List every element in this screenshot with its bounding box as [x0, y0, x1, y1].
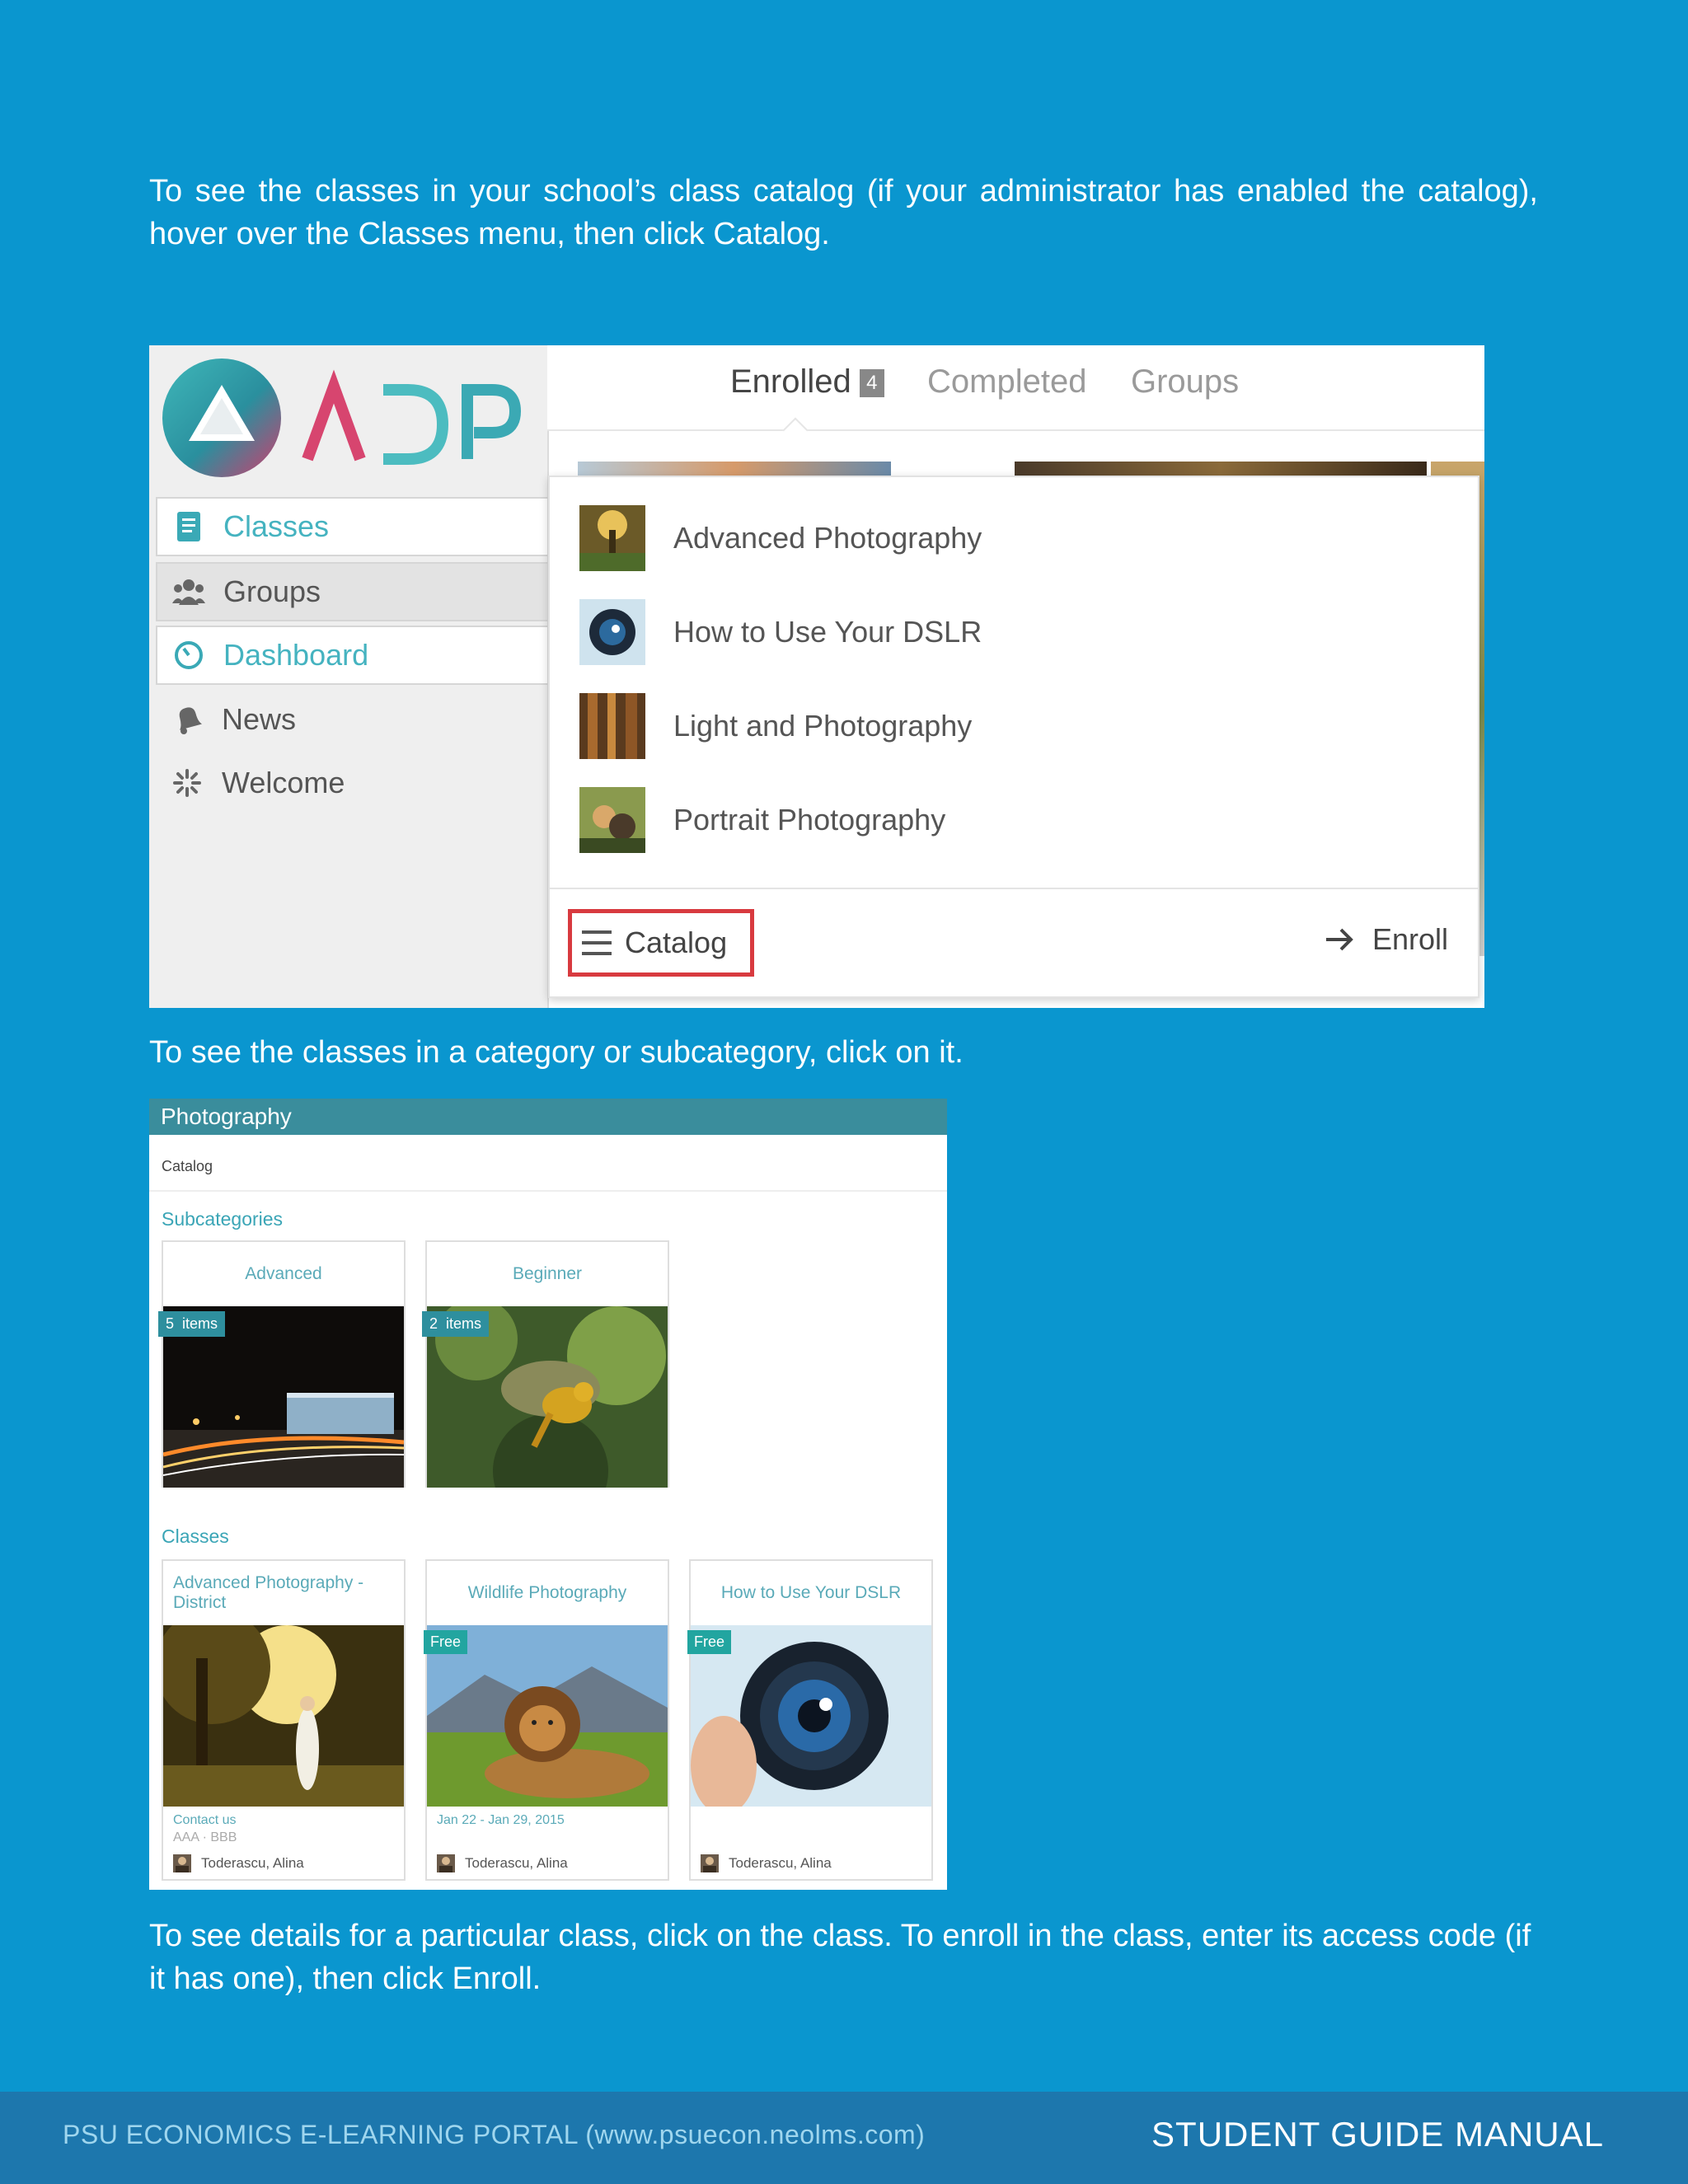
class-thumbnail	[579, 505, 645, 571]
items-count-badge: 2 items	[422, 1311, 490, 1337]
sidebar-item-news[interactable]: News	[156, 690, 547, 749]
class-owner: Toderascu, Alina	[173, 1854, 304, 1872]
subcategory-card-beginner[interactable]: Beginner 2 items	[422, 1240, 669, 1529]
catalog-category-screenshot: Photography Catalog Subcategories Advanc…	[149, 1099, 947, 1890]
class-card-advanced-photography-district[interactable]: Advanced Photography - District Contact …	[155, 1559, 406, 1881]
details-paragraph: To see details for a particular class, c…	[149, 1919, 1531, 1996]
footer-portal-name: PSU ECONOMICS E-LEARNING PORTAL (www.psu…	[63, 2120, 926, 2149]
dropdown-item-advanced-photography[interactable]: Advanced Photography	[579, 505, 982, 571]
class-thumbnail	[579, 693, 645, 759]
class-card-wildlife-photography[interactable]: Wildlife Photography Free Jan 22 - Jan 2…	[424, 1559, 669, 1881]
category-paragraph: To see the classes in a category or subc…	[149, 1035, 964, 1070]
category-header: Photography	[149, 1099, 947, 1135]
classes-menu-screenshot: Classes Groups Dashboard News Welcome En…	[149, 345, 1484, 1008]
subcategory-image: 5 items	[158, 1306, 405, 1488]
classes-book-icon	[172, 510, 205, 543]
class-image	[155, 1609, 404, 1807]
sidebar-item-label: News	[222, 702, 297, 736]
intro-paragraph: To see the classes in your school’s clas…	[149, 174, 1538, 251]
breadcrumb[interactable]: Catalog	[162, 1158, 213, 1175]
breadcrumb-divider	[149, 1190, 947, 1192]
classes-dropdown-menu: Advanced Photography How to Use Your DSL…	[548, 476, 1479, 998]
groups-icon	[172, 575, 205, 608]
classes-heading: Classes	[162, 1526, 229, 1547]
menu-lines-icon	[582, 929, 612, 957]
class-title: How to Use Your DSLR	[720, 1583, 902, 1602]
avatar	[701, 1854, 719, 1872]
subcategory-title: Advanced	[245, 1264, 322, 1283]
adp-logo	[161, 354, 532, 477]
tab-enrolled[interactable]: Enrolled 4	[730, 363, 884, 401]
sidebar-item-label: Classes	[223, 509, 330, 543]
class-meta-sub: AAA · BBB	[173, 1830, 237, 1844]
class-date-range: Jan 22 - Jan 29, 2015	[437, 1813, 565, 1827]
sidebar-item-label: Welcome	[222, 766, 345, 799]
avatar	[173, 1854, 191, 1872]
enroll-button[interactable]: Enroll	[1325, 922, 1448, 957]
class-owner: Toderascu, Alina	[701, 1854, 832, 1872]
contact-us-link[interactable]: Contact us	[173, 1811, 394, 1829]
class-meta: Contact us AAA · BBB	[163, 1807, 404, 1846]
enrolled-count-badge: 4	[859, 369, 884, 397]
free-badge: Free	[424, 1630, 468, 1654]
free-badge: Free	[687, 1630, 732, 1654]
arrow-right-icon	[1325, 926, 1354, 953]
footer-manual-title: STUDENT GUIDE MANUAL	[1151, 2115, 1604, 2154]
items-count-badge: 5 items	[158, 1311, 226, 1337]
news-bell-icon	[171, 703, 204, 736]
catalog-button[interactable]: Catalog	[568, 909, 754, 977]
page-footer: PSU ECONOMICS E-LEARNING PORTAL (www.psu…	[0, 2092, 1688, 2184]
welcome-sparkle-icon	[171, 766, 204, 799]
sidebar-item-label: Dashboard	[223, 638, 369, 672]
tab-completed[interactable]: Completed	[927, 363, 1086, 401]
dropdown-item-portrait-photography[interactable]: Portrait Photography	[579, 787, 945, 853]
subcategory-image: 2 items	[422, 1298, 668, 1529]
class-image: Free	[424, 1625, 668, 1807]
subcategories-heading: Subcategories	[162, 1208, 284, 1230]
sidebar-item-classes[interactable]: Classes	[156, 497, 547, 556]
class-thumbnail	[579, 787, 645, 853]
class-meta: Jan 22 - Jan 29, 2015	[427, 1807, 668, 1829]
sidebar: Classes Groups Dashboard News Welcome	[149, 345, 549, 1008]
dropdown-item-how-to-use-your-dslr[interactable]: How to Use Your DSLR	[579, 599, 982, 665]
sidebar-item-groups[interactable]: Groups	[156, 562, 547, 621]
class-owner: Toderascu, Alina	[437, 1854, 568, 1872]
subcategory-title: Beginner	[512, 1264, 583, 1283]
sidebar-item-dashboard[interactable]: Dashboard	[156, 626, 547, 685]
class-title: Wildlife Photography	[467, 1583, 627, 1602]
dropdown-item-light-and-photography[interactable]: Light and Photography	[579, 693, 972, 759]
class-image: Free	[687, 1625, 931, 1815]
class-card-how-to-use-your-dslr[interactable]: How to Use Your DSLR Free Toderascu, Ali…	[687, 1559, 933, 1881]
sidebar-item-label: Groups	[223, 574, 321, 608]
sidebar-item-welcome[interactable]: Welcome	[156, 753, 547, 813]
subcategory-card-advanced[interactable]: Advanced 5 items	[158, 1240, 406, 1488]
avatar	[437, 1854, 455, 1872]
class-tabs: Enrolled 4 Completed Groups	[547, 345, 1484, 431]
dashboard-gauge-icon	[172, 639, 205, 672]
dropdown-footer: Catalog Enroll	[550, 888, 1478, 996]
tab-groups[interactable]: Groups	[1131, 363, 1239, 401]
class-title: Advanced Photography - District	[173, 1573, 364, 1612]
class-thumbnail	[579, 599, 645, 665]
